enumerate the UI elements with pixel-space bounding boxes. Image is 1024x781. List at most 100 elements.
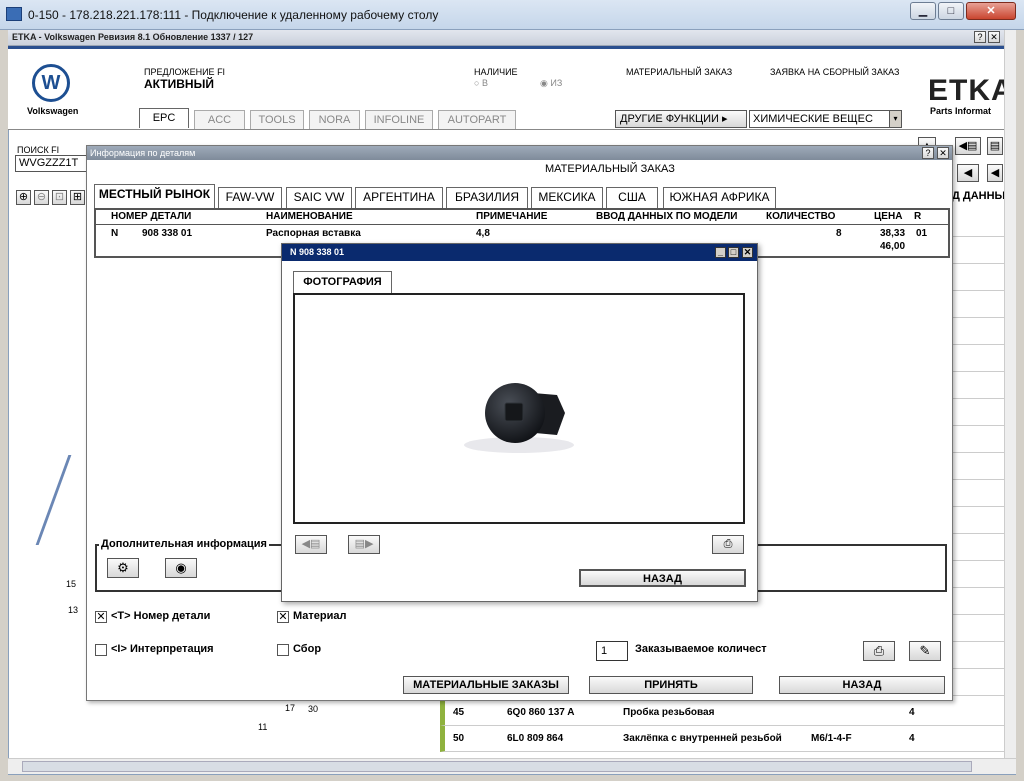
print-icon[interactable]: ⎙ <box>863 641 895 661</box>
availability-label: НАЛИЧИЕ <box>474 67 518 77</box>
list-part: 6L0 809 864 <box>507 733 564 744</box>
tab-tools[interactable]: TOOLS <box>250 110 304 130</box>
technical-drawing-icon[interactable]: ⚙ <box>107 558 139 578</box>
photo-prev-icon[interactable]: ◀▤ <box>295 535 327 554</box>
photo-back-button[interactable]: НАЗАД <box>579 569 746 587</box>
tab-mexico[interactable]: МЕКСИКА <box>531 187 603 208</box>
drawing-label-17: 17 <box>285 703 296 713</box>
zoom-area-icon[interactable]: ⊞ <box>70 190 85 205</box>
chemicals-select[interactable]: ХИМИЧЕСКИЕ ВЕЩЕС ▾ <box>749 110 902 128</box>
maximize-button[interactable]: □ <box>938 2 964 20</box>
row-part-number: 908 338 01 <box>142 228 193 239</box>
edit-icon[interactable]: ✎ <box>909 641 941 661</box>
availability-option-iz[interactable]: ◉ ИЗ <box>540 78 562 89</box>
zoom-in-icon[interactable]: ⊕ <box>16 190 31 205</box>
search-label: ПОИСК FI <box>17 145 60 155</box>
window-title-bar: 0-150 - 178.218.221.178:111 - Подключени… <box>0 0 1024 30</box>
row-price: 38,33 <box>880 228 906 239</box>
tab-argentina[interactable]: АРГЕНТИНА <box>355 187 443 208</box>
material-checkbox[interactable]: ✕ <box>277 611 289 623</box>
col-name: НАИМЕНОВАНИЕ <box>266 211 353 222</box>
row-prefix: N <box>111 228 119 239</box>
tab-local-market[interactable]: МЕСТНЫЙ РЫНОК <box>94 184 215 208</box>
scroll-thumb[interactable] <box>22 761 972 772</box>
assembly-checkbox-label: Сбор <box>293 643 322 655</box>
tab-brazil[interactable]: БРАЗИЛИЯ <box>446 187 528 208</box>
chevron-down-icon[interactable]: ▾ <box>889 111 901 127</box>
photo-title-bar: N 908 338 01 _ □ ✕ <box>282 244 757 261</box>
part-photo <box>464 383 574 453</box>
photo-minimize-button[interactable]: _ <box>715 247 726 258</box>
window-title: 0-150 - 178.218.221.178:111 - Подключени… <box>28 8 439 22</box>
list-name: Пробка резьбовая <box>623 707 715 718</box>
interpretation-checkbox[interactable] <box>95 644 107 656</box>
dialog-help-button[interactable]: ? <box>922 147 934 159</box>
accept-button[interactable]: ПРИНЯТЬ <box>589 676 753 694</box>
assembly-order-label: ЗАЯВКА НА СБОРНЫЙ ЗАКАЗ <box>770 67 900 77</box>
dialog-heading: МАТЕРИАЛЬНЫЙ ЗАКАЗ <box>545 163 675 175</box>
list-part: 6Q0 860 137 A <box>507 707 575 718</box>
page-back-icon[interactable]: ◀ <box>957 164 979 182</box>
availability-option-b[interactable]: ○ В <box>474 78 488 88</box>
tab-photo[interactable]: ФОТОГРАФИЯ <box>293 271 392 293</box>
tab-saic-vw[interactable]: SAIC VW <box>286 187 352 208</box>
assembly-checkbox[interactable] <box>277 644 289 656</box>
volkswagen-logo-icon: W <box>32 64 70 102</box>
etka-help-button[interactable]: ? <box>974 31 986 43</box>
offer-label: ПРЕДЛОЖЕНИЕ FI <box>144 67 226 77</box>
drawing-label-15: 15 <box>66 579 77 589</box>
photo-close-button[interactable]: ✕ <box>742 247 753 258</box>
tab-usa[interactable]: США <box>606 187 658 208</box>
tab-epc[interactable]: EPC <box>139 108 189 128</box>
vertical-scrollbar[interactable] <box>1004 30 1016 758</box>
list-row[interactable]: 50 6L0 809 864 Заклёпка с внутренней рез… <box>440 726 1004 752</box>
col-model-data: ВВОД ДАННЫХ ПО МОДЕЛИ <box>596 211 738 222</box>
nav-prev-icon[interactable]: ◀▤ <box>955 137 981 155</box>
tab-baseline <box>8 129 1004 130</box>
nav-next-icon[interactable]: ▤ <box>987 137 1003 155</box>
dialog-close-button[interactable]: ✕ <box>937 147 949 159</box>
other-functions-button[interactable]: ДРУГИЕ ФУНКЦИИ ▸ <box>615 110 747 128</box>
close-button[interactable]: ✕ <box>966 2 1016 20</box>
order-quantity-input[interactable]: 1 <box>596 641 628 661</box>
camera-icon[interactable]: ◉ <box>165 558 197 578</box>
col-note: ПРИМЕЧАНИЕ <box>476 211 548 222</box>
tab-south-africa[interactable]: ЮЖНАЯ АФРИКА <box>663 187 776 208</box>
tab-faw-vw[interactable]: FAW-VW <box>218 187 282 208</box>
photo-frame <box>293 293 745 524</box>
horizontal-scrollbar[interactable] <box>8 758 1016 774</box>
search-input[interactable]: WVGZZZ1T <box>15 155 87 172</box>
minimize-button[interactable]: ▁ <box>910 2 936 20</box>
etka-logo-sub: Parts Informat <box>930 106 992 116</box>
drawing-label-30: 30 <box>308 704 319 714</box>
photo-next-icon[interactable]: ▤▶ <box>348 535 380 554</box>
list-row[interactable]: 45 6Q0 860 137 A Пробка резьбовая 4 <box>440 700 1004 726</box>
row-quantity: 8 <box>836 228 842 239</box>
tab-acc[interactable]: ACC <box>194 110 245 130</box>
photo-maximize-button[interactable]: □ <box>728 247 739 258</box>
etka-close-button[interactable]: ✕ <box>988 31 1000 43</box>
zoom-out-icon[interactable]: ⊖ <box>34 190 49 205</box>
drawing-label-11: 11 <box>258 722 268 732</box>
drawing-label-13: 13 <box>68 605 79 615</box>
tab-nora[interactable]: NORA <box>309 110 360 130</box>
parts-list: 45 6Q0 860 137 A Пробка резьбовая 4 50 6… <box>440 700 1004 756</box>
tab-infoline[interactable]: INFOLINE <box>365 110 433 130</box>
zoom-fit-icon[interactable]: ⊡ <box>52 190 67 205</box>
right-column-header: Д ДАННЫ <box>952 190 1006 202</box>
tab-autopart[interactable]: AUTOPART <box>438 110 516 130</box>
part-number-checkbox[interactable]: ✕ <box>95 611 107 623</box>
page-back2-icon[interactable]: ◀ <box>987 164 1003 182</box>
col-r: R <box>914 211 922 222</box>
photo-print-icon[interactable]: ⎙ <box>712 535 744 554</box>
col-part-number: НОМЕР ДЕТАЛИ <box>111 211 192 222</box>
material-order-label: МАТЕРИАЛЬНЫЙ ЗАКАЗ <box>626 67 733 77</box>
material-orders-button[interactable]: МАТЕРИАЛЬНЫЕ ЗАКАЗЫ <box>403 676 569 694</box>
photo-title: N 908 338 01 <box>290 247 345 257</box>
table-header: НОМЕР ДЕТАЛИ НАИМЕНОВАНИЕ ПРИМЕЧАНИЕ ВВО… <box>96 210 948 225</box>
list-name: Заклёпка с внутренней резьбой <box>623 733 782 744</box>
row-r: 01 <box>916 228 928 239</box>
remote-desktop-icon <box>6 7 22 21</box>
list-qty: 4 <box>909 733 915 744</box>
back-button[interactable]: НАЗАД <box>779 676 945 694</box>
